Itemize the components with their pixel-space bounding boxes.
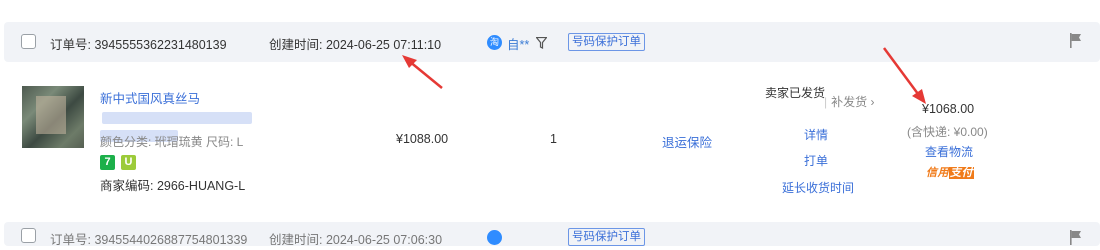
credit-prefix: 信用	[926, 167, 949, 179]
details-link[interactable]: 详情	[804, 126, 828, 143]
shipping-fee-note: (含快递: ¥0.00)	[907, 125, 988, 139]
next-flag-icon[interactable]	[1069, 230, 1082, 250]
merchant-code: 商家编码: 2966-HUANG-L	[100, 179, 246, 193]
product-thumbnail[interactable]	[22, 86, 84, 148]
credit-suffix: 支付	[949, 167, 974, 179]
print-label-link[interactable]: 打单	[804, 152, 828, 169]
service-guarantee-icon: U	[121, 155, 136, 170]
credit-pay-badge: 信用支付	[926, 164, 974, 180]
chevron-right-icon: ›	[870, 95, 875, 109]
next-protect-badge: 号码保护订单	[568, 228, 645, 246]
filter-icon[interactable]	[535, 36, 548, 54]
view-logistics-link[interactable]: 查看物流	[925, 143, 973, 160]
total-price: ¥1068.00	[922, 102, 975, 116]
buyer-chat-icon[interactable]: 淘	[487, 35, 502, 50]
unit-price: ¥1088.00	[396, 132, 449, 146]
reissue-label[interactable]: 补发货	[831, 95, 867, 109]
next-created-time: 创建时间: 2024-06-25 07:06:30	[269, 233, 443, 247]
shipping-status: 卖家已发货	[765, 86, 826, 100]
product-tags: 7U	[100, 152, 142, 170]
next-order-header: 订单号: 3945544026887754801339 创建时间: 2024-0…	[4, 222, 1100, 247]
extend-receipt-link[interactable]: 延长收货时间	[782, 179, 854, 196]
sku-info: 颜色分类: 玳瑁琉黄 尺码: L	[100, 135, 244, 149]
number-protect-badge: 号码保护订单	[568, 33, 645, 51]
flag-icon[interactable]	[1069, 33, 1082, 53]
next-order-number: 订单号: 3945544026887754801339	[50, 233, 248, 247]
product-title-text[interactable]: 新中式国风真丝马	[100, 92, 200, 106]
reissue-button[interactable]: | 补发货 ›	[824, 93, 874, 110]
divider: |	[824, 95, 828, 109]
order-number: 订单号: 3945555362231480139	[50, 38, 227, 52]
seven-day-return-icon: 7	[100, 155, 115, 170]
next-order-checkbox[interactable]	[21, 228, 36, 243]
redacted-title-blur	[102, 111, 252, 124]
buyer-name[interactable]: 自**	[507, 34, 529, 53]
order-select-checkbox[interactable]	[21, 34, 36, 49]
return-insurance-link[interactable]: 退运保险	[662, 132, 712, 151]
created-time: 创建时间: 2024-06-25 07:11:10	[269, 38, 442, 52]
quantity: 1	[550, 132, 557, 146]
next-buyer-chat-icon[interactable]	[487, 230, 502, 245]
order-header: 订单号: 3945555362231480139 创建时间: 2024-06-2…	[4, 22, 1100, 62]
